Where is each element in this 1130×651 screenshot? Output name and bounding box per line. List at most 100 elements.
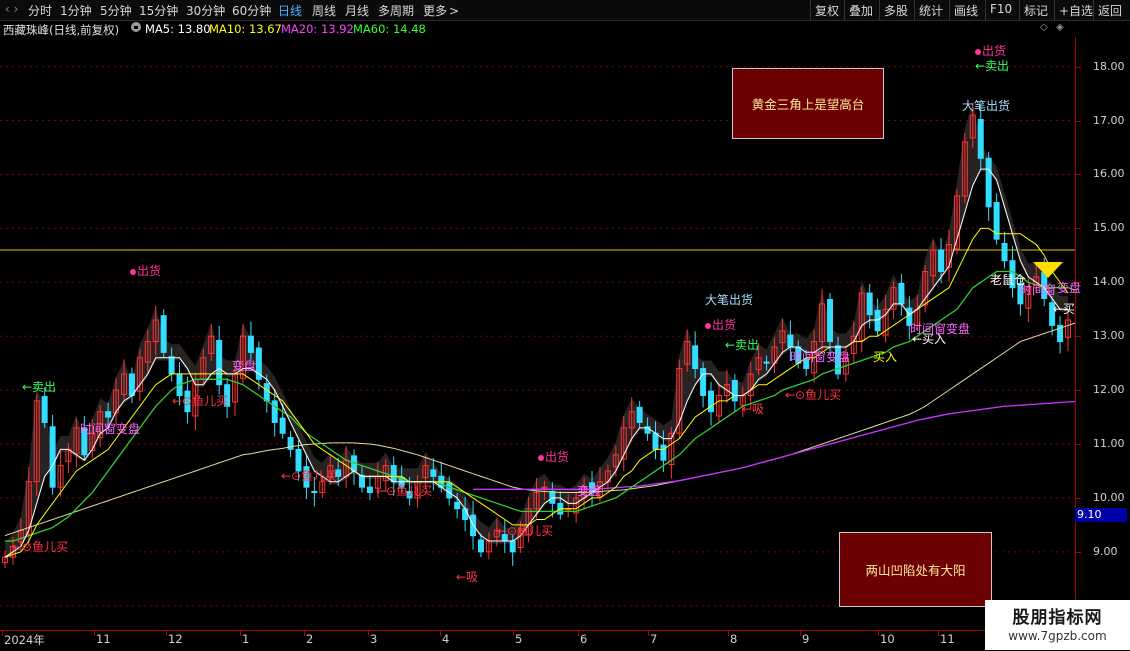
diamond-filled-icon[interactable]: ◈ bbox=[1056, 22, 1064, 33]
tab-intraday[interactable]: 分时 bbox=[28, 2, 52, 19]
ma10-value: MA10: 13.67 bbox=[209, 22, 282, 36]
tab-monthly[interactable]: 月线 bbox=[345, 2, 369, 19]
signal-text: 大笔出货 bbox=[705, 293, 754, 307]
signal-text: 变盘 bbox=[1057, 281, 1082, 295]
signal-text: ←⊙鱼儿买 bbox=[785, 388, 842, 402]
multi-stock-button[interactable]: 多股 bbox=[879, 0, 912, 20]
signal-label: ←卖出 bbox=[725, 336, 759, 353]
candle-body bbox=[160, 315, 167, 353]
x-tick-label: 12 bbox=[168, 632, 183, 646]
candle-body bbox=[636, 406, 643, 423]
y-tick-label: 9.00 bbox=[1093, 544, 1118, 558]
candle-body bbox=[652, 432, 659, 450]
diamond-icon[interactable]: ◇ bbox=[1040, 22, 1048, 33]
tab-60min[interactable]: 60分钟 bbox=[232, 2, 271, 19]
candle-body bbox=[49, 426, 56, 488]
candle-body bbox=[898, 282, 905, 305]
restore-rights-button[interactable]: 复权 bbox=[810, 0, 843, 20]
x-tick-mark bbox=[304, 631, 305, 636]
overlay-button[interactable]: 叠加 bbox=[844, 0, 877, 20]
signal-text: ←卖出 bbox=[725, 338, 760, 352]
note-two-mountains-text: 两山凹陷处有大阳 bbox=[865, 563, 966, 578]
candle-body bbox=[279, 417, 286, 434]
signal-text: ←⊙鱼儿买 bbox=[497, 524, 554, 538]
note-golden-triangle-text: 黄金三角上是望高台 bbox=[751, 97, 865, 112]
x-tick-mark bbox=[513, 631, 514, 636]
signal-label: 变盘 bbox=[1057, 279, 1081, 296]
mark-button[interactable]: 标记 bbox=[1019, 0, 1052, 20]
candle-body bbox=[168, 356, 175, 375]
x-tick-mark bbox=[440, 631, 441, 636]
signal-text: 出货 bbox=[137, 264, 162, 278]
tab-5min[interactable]: 5分钟 bbox=[100, 2, 132, 19]
signal-text: 时间窗变盘 bbox=[80, 422, 141, 436]
signal-text: 出货 bbox=[712, 318, 737, 332]
chevron-right-icon: > bbox=[449, 4, 460, 18]
draw-line-button[interactable]: 画线 bbox=[949, 0, 982, 20]
signal-label: ←⊙鱼儿买 bbox=[172, 392, 228, 409]
signal-label: ←⊙鱼儿买 bbox=[785, 386, 841, 403]
period-toolbar: ‹ › 分时 1分钟 5分钟 15分钟 30分钟 60分钟 日线 周线 月线 多… bbox=[0, 0, 1130, 21]
tab-daily[interactable]: 日线 bbox=[278, 2, 302, 19]
signal-label: 出货 bbox=[130, 262, 161, 279]
ma60-value: MA60: 14.48 bbox=[353, 22, 426, 36]
candle-body bbox=[660, 444, 667, 461]
candle-body bbox=[731, 379, 738, 402]
x-tick-label: 8 bbox=[730, 632, 738, 646]
y-tick-label: 15.00 bbox=[1093, 221, 1125, 235]
candle-body bbox=[311, 490, 318, 494]
signal-text: ←⊙鱼儿买 bbox=[12, 540, 69, 554]
f10-button[interactable]: F10 bbox=[985, 0, 1016, 20]
ma-info-bar: 西藏珠峰(日线,前复权) MA5: 13.80 MA10: 13.67 MA20… bbox=[0, 21, 1075, 37]
settings-icon[interactable] bbox=[131, 22, 141, 32]
x-tick-label: 10 bbox=[880, 632, 895, 646]
signal-text: 时间窗 bbox=[1020, 283, 1057, 297]
y-tick-mark bbox=[1076, 66, 1081, 68]
signal-text: ←买 bbox=[1053, 302, 1076, 316]
x-tick-mark bbox=[578, 631, 579, 636]
nav-arrows[interactable]: ‹ › bbox=[5, 2, 18, 16]
candle-body bbox=[787, 334, 794, 348]
tab-more[interactable]: 更多 > bbox=[423, 2, 459, 19]
x-tick-mark bbox=[240, 631, 241, 636]
statistics-button[interactable]: 统计 bbox=[914, 0, 947, 20]
candle-body bbox=[287, 437, 294, 450]
signal-text: 大笔出货 bbox=[962, 99, 1011, 113]
candle-body bbox=[700, 368, 707, 396]
x-tick-label: 5 bbox=[515, 632, 523, 646]
note-two-mountains: 两山凹陷处有大阳 bbox=[839, 532, 992, 607]
signal-label: 时间窗 bbox=[1020, 281, 1056, 298]
signal-dot-icon bbox=[538, 454, 544, 461]
signal-text: ←⊙鱼儿买 bbox=[376, 484, 433, 498]
date-axis: 2024年 11 12 1 2 3 4 5 6 7 8 9 10 11 bbox=[0, 630, 1075, 651]
watermark-url: www.7gpzb.com bbox=[1008, 629, 1107, 643]
signal-label: ←⊙鱼儿买 bbox=[497, 522, 553, 539]
x-tick-label: 2024年 bbox=[4, 633, 45, 647]
signal-label: 变盘 bbox=[232, 357, 256, 374]
signal-label: ←⊙鱼儿买 bbox=[376, 482, 432, 499]
x-tick-label: 3 bbox=[370, 632, 378, 646]
back-button[interactable]: 返回 bbox=[1093, 0, 1126, 20]
x-tick-label: 11 bbox=[96, 632, 111, 646]
add-watchlist-button[interactable]: +自选 bbox=[1054, 0, 1097, 20]
y-tick-mark bbox=[1076, 390, 1081, 392]
y-tick-label: 17.00 bbox=[1093, 113, 1125, 127]
candle-body bbox=[446, 482, 453, 499]
x-tick-label: 9 bbox=[802, 632, 810, 646]
signal-text: 变盘 bbox=[577, 484, 602, 498]
signal-text: ←吸 bbox=[742, 402, 765, 416]
tab-15min[interactable]: 15分钟 bbox=[139, 2, 178, 19]
candle-body bbox=[763, 361, 770, 364]
tab-weekly[interactable]: 周线 bbox=[312, 2, 336, 19]
tab-multi-period[interactable]: 多周期 bbox=[378, 2, 414, 19]
signal-text: 变盘 bbox=[232, 359, 257, 373]
tab-1min[interactable]: 1分钟 bbox=[60, 2, 92, 19]
candle-body bbox=[692, 345, 699, 370]
signal-text: 时间窗变盘 bbox=[790, 350, 851, 364]
signal-dot-icon bbox=[705, 322, 711, 329]
ma20-value: MA20: 13.92 bbox=[281, 22, 354, 36]
candle-body bbox=[390, 465, 397, 483]
candle-body bbox=[366, 486, 373, 494]
tab-30min[interactable]: 30分钟 bbox=[186, 2, 225, 19]
y-tick-label: 10.00 bbox=[1093, 490, 1125, 504]
